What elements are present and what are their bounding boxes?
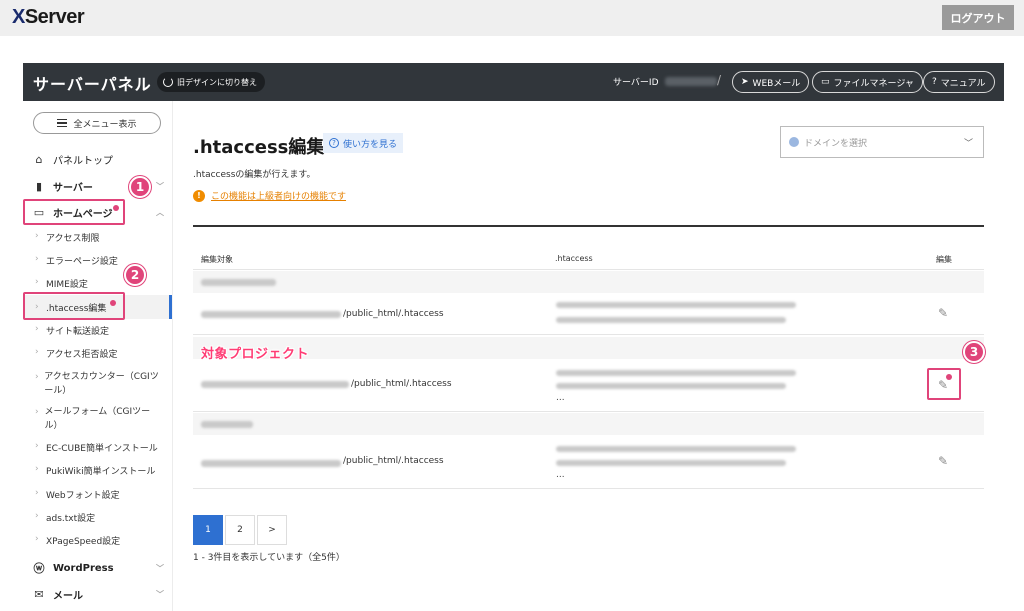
path-prefix-blurred <box>201 460 341 467</box>
path-prefix-blurred <box>201 311 341 318</box>
page-button-1[interactable]: 1 <box>193 515 223 545</box>
domain-name-blurred <box>201 279 276 286</box>
sidebar: 全メニュー表示 ⌂ パネルトップ ▮ サーバー ﹀ ▭ ホームページ ︿ › アク… <box>23 101 173 611</box>
old-design-label: 旧デザインに切り替え <box>177 77 257 87</box>
column-header-edit: 編集 <box>936 255 952 264</box>
sidebar-item-wordpress[interactable]: ⓦ WordPress ﹀ <box>23 557 173 579</box>
row-divider <box>193 411 984 412</box>
step-badge-3: 3 <box>963 341 985 363</box>
sidebar-item-panel-top[interactable]: ⌂ パネルトップ <box>23 149 173 169</box>
domain-select-placeholder: ドメインを選択 <box>804 138 868 149</box>
howto-button[interactable]: ? 使い方を見る <box>323 133 404 153</box>
edit-pencil-icon[interactable]: ✎ <box>935 305 951 321</box>
domain-name-blurred <box>201 421 253 428</box>
chevron-down-icon: ﹀ <box>156 181 164 191</box>
htaccess-line-blurred <box>556 383 786 389</box>
callout-htaccess <box>23 292 125 320</box>
row-path: /public_html/.htaccess <box>343 456 444 466</box>
htaccess-line-blurred <box>556 460 786 466</box>
server-id-label: サーバーID <box>613 78 659 88</box>
table-rule <box>193 269 984 270</box>
chevron-up-icon: ︿ <box>156 207 164 217</box>
sidebar-subitem-pukiwiki[interactable]: › PukiWiki簡単インストール <box>23 464 173 477</box>
sidebar-subitem-mime[interactable]: › MIME設定 <box>23 277 173 290</box>
sidebar-subitem-error-page[interactable]: › エラーページ設定 <box>23 254 173 267</box>
main-content: .htaccess編集 ? 使い方を見る ドメインを選択 ﹀ .htaccess… <box>173 101 1004 611</box>
global-header: XServer ログアウト <box>0 0 1024 36</box>
page-description: .htaccessの編集が行えます。 <box>193 170 316 180</box>
row-path: /public_html/.htaccess <box>351 379 452 389</box>
row-divider <box>193 334 984 335</box>
logout-button[interactable]: ログアウト <box>942 5 1014 30</box>
callout-dot <box>946 374 952 380</box>
server-panel-header: サーバーパネル 旧デザインに切り替え サーバーID / ➤ WEBメール ▭ フ… <box>23 63 1004 101</box>
domain-group-header <box>193 271 984 293</box>
sidebar-subitem-mailform[interactable]: › メールフォーム（CGIツール） <box>23 405 151 433</box>
xserver-logo[interactable]: XServer <box>12 6 85 29</box>
server-icon: ▮ <box>35 179 43 193</box>
chevron-down-icon: ﹀ <box>963 139 973 149</box>
domain-select[interactable]: ドメインを選択 ﹀ <box>780 126 984 158</box>
htaccess-ellipsis: ... <box>556 470 565 480</box>
callout-dot <box>110 300 116 306</box>
chevron-down-icon: ﹀ <box>156 589 164 599</box>
result-count: 1 - 3件目を表示しています（全5件） <box>193 553 345 563</box>
callout-dot <box>113 205 119 211</box>
callout-homepage <box>23 199 125 225</box>
old-design-toggle[interactable]: 旧デザインに切り替え <box>157 72 265 92</box>
paper-plane-icon: ➤ <box>741 77 749 87</box>
step-badge-1: 1 <box>129 176 151 198</box>
mail-icon: ✉ <box>34 587 44 601</box>
wordpress-icon: ⓦ <box>33 562 45 575</box>
htaccess-line-blurred <box>556 370 796 376</box>
step-badge-2: 2 <box>124 264 146 286</box>
page-title: .htaccess編集 <box>193 137 325 158</box>
advanced-warning-link[interactable]: ! この機能は上級者向けの機能です <box>193 189 346 202</box>
sidebar-item-mail[interactable]: ✉ メール ﹀ <box>23 583 173 605</box>
globe-icon <box>789 137 799 147</box>
server-id-value-blurred <box>664 77 717 86</box>
sidebar-subitem-xpagespeed[interactable]: › XPageSpeed設定 <box>23 534 173 547</box>
htaccess-ellipsis: ... <box>556 393 565 403</box>
page-button-2[interactable]: 2 <box>225 515 255 545</box>
chevron-down-icon: ﹀ <box>156 563 164 573</box>
manual-button[interactable]: ? マニュアル <box>923 71 995 93</box>
row-path: /public_html/.htaccess <box>343 309 444 319</box>
htaccess-line-blurred <box>556 446 796 452</box>
sidebar-subitem-ec-cube[interactable]: › EC-CUBE簡単インストール <box>23 441 173 454</box>
server-id: サーバーID <box>613 75 717 88</box>
menu-icon <box>57 119 68 127</box>
column-header-htaccess: .htaccess <box>555 254 593 263</box>
folder-icon: ▭ <box>821 77 830 87</box>
question-icon: ? <box>329 138 339 148</box>
callout-edit-pencil <box>927 368 961 400</box>
file-manager-button[interactable]: ▭ ファイルマネージャ <box>812 71 923 93</box>
page-next-button[interactable]: > <box>257 515 287 545</box>
sidebar-subitem-webfont[interactable]: › Webフォント設定 <box>23 488 173 501</box>
sidebar-subitem-counter[interactable]: › アクセスカウンター（CGIツール） <box>23 370 163 398</box>
refresh-icon <box>163 77 173 87</box>
sidebar-subitem-ads-txt[interactable]: › ads.txt設定 <box>23 511 173 524</box>
edit-pencil-icon[interactable]: ✎ <box>935 453 951 469</box>
htaccess-line-blurred <box>556 302 796 308</box>
panel-title: サーバーパネル <box>33 75 152 94</box>
target-project-annotation: 対象プロジェクト <box>201 347 310 362</box>
htaccess-line-blurred <box>556 317 786 323</box>
domain-group-header <box>193 337 984 359</box>
column-header-target: 編集対象 <box>201 255 233 264</box>
sidebar-subitem-redirect[interactable]: › サイト転送設定 <box>23 324 173 337</box>
separator: / <box>717 73 722 87</box>
domain-group-header <box>193 413 984 435</box>
active-indicator <box>169 295 172 319</box>
webmail-button[interactable]: ➤ WEBメール <box>732 71 810 93</box>
help-circle-icon: ? <box>932 77 937 87</box>
sidebar-subitem-access-deny[interactable]: › アクセス拒否設定 <box>23 347 173 360</box>
sidebar-subitem-access-limit[interactable]: › アクセス制限 <box>23 231 173 244</box>
home-icon: ⌂ <box>35 152 43 166</box>
warning-icon: ! <box>193 189 205 202</box>
divider <box>193 225 984 227</box>
all-menu-button[interactable]: 全メニュー表示 <box>33 112 161 134</box>
row-divider <box>193 488 984 489</box>
path-prefix-blurred <box>201 381 349 388</box>
